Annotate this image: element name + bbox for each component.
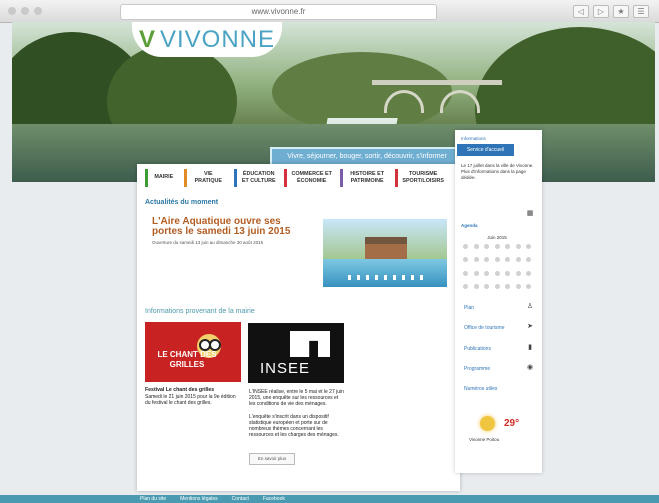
calendar-day[interactable] <box>484 257 490 263</box>
footer-link-facebook[interactable]: Facebook <box>263 496 285 502</box>
close-window-dot[interactable] <box>8 7 16 15</box>
logo-text: VIVONNE <box>159 26 276 53</box>
hero-banner: V VIVONNE Vivre, séjourner, bouger, sorti… <box>12 22 655 182</box>
nav-item-vie-pratique[interactable]: VIE PRATIQUE <box>183 169 230 187</box>
footer-link-plan[interactable]: Plan du site <box>140 496 166 502</box>
calendar-day[interactable] <box>494 244 500 249</box>
calendar-day[interactable] <box>494 257 500 263</box>
calendar-day[interactable] <box>526 244 532 249</box>
sun-icon <box>480 416 495 431</box>
calendar-day[interactable] <box>515 270 521 276</box>
main-content-card: MAIRIE VIE PRATIQUE ÉDUCATION ET CULTURE… <box>137 164 460 491</box>
calendar-day[interactable] <box>526 257 532 263</box>
calendar-day[interactable] <box>463 257 468 263</box>
photo-swimmers <box>348 275 423 280</box>
nav-item-commerce-economie[interactable]: COMMERCE ET ÉCONOMIE <box>284 169 335 187</box>
sidebar-info-text: Le 17 juillet dans la ville de Vivonne. … <box>461 163 534 180</box>
main-navigation: MAIRIE VIE PRATIQUE ÉDUCATION ET CULTURE… <box>145 169 452 187</box>
footer-link-mentions[interactable]: Mentions légales <box>180 496 218 502</box>
window-controls <box>8 7 42 15</box>
bookmark-icon[interactable]: ★ <box>613 5 629 18</box>
right-sidebar: Informations Service d'accueil Le 17 jui… <box>455 130 542 473</box>
insee-logo-mark <box>290 331 330 357</box>
festival-caption: Samedi le 21 juin 2015 pour la 9e éditio… <box>145 394 236 406</box>
calendar-grid[interactable] <box>463 234 536 294</box>
forward-icon[interactable]: ▷ <box>593 5 609 18</box>
weather-temperature: 29° <box>504 418 520 429</box>
calendar-day[interactable] <box>515 283 521 289</box>
sidebar-link-plan[interactable]: Plan <box>464 305 520 312</box>
insee-caption-details: L'enquête s'inscrit dans un dispositif s… <box>249 414 339 438</box>
mairie-info-title: Informations provenant de la mairie <box>145 308 255 315</box>
browser-toolbar: www.vivonne.fr ◁ ▷ ★ ☰ <box>0 0 659 23</box>
nav-item-histoire-patrimoine[interactable]: HISTOIRE ET PATRIMOINE <box>339 169 391 187</box>
calendar-day[interactable] <box>463 283 468 289</box>
maximize-window-dot[interactable] <box>34 7 42 15</box>
agenda-title: Agenda <box>461 223 478 228</box>
calendar-day[interactable] <box>473 244 479 249</box>
festival-poster-text: LE CHANT DES GRILLES <box>157 350 217 369</box>
site-logo[interactable]: V VIVONNE <box>132 22 282 57</box>
nav-item-mairie[interactable]: MAIRIE <box>145 169 180 187</box>
calendar-day[interactable] <box>505 283 511 289</box>
calendar-day[interactable] <box>526 270 532 276</box>
insee-logo-image[interactable]: INSEE <box>248 323 344 383</box>
festival-caption-title[interactable]: Festival Le chant des grilles <box>145 387 241 393</box>
sidebar-info-label: Informations <box>461 136 486 141</box>
calendar-day[interactable] <box>484 270 490 276</box>
footer-links: Plan du site Mentions légales Contact Fa… <box>140 496 285 502</box>
logo-v-mark: V <box>138 26 156 53</box>
calendar-day[interactable] <box>484 283 490 289</box>
back-icon[interactable]: ◁ <box>573 5 589 18</box>
calendar-day[interactable] <box>515 257 521 263</box>
calendar-icon[interactable]: ▦ <box>526 210 534 218</box>
nav-item-education-culture[interactable]: ÉDUCATION ET CULTURE <box>234 169 280 187</box>
sidebar-link-programme[interactable]: Programme <box>464 366 520 373</box>
person-icon[interactable]: ♙ <box>526 303 534 311</box>
camera-icon[interactable]: ◉ <box>526 364 534 372</box>
news-headline-subtitle: Ouverture du samedi 13 juin au dimanche … <box>152 240 264 245</box>
sidebar-link-numeros-utiles[interactable]: Numéros utiles <box>464 386 520 393</box>
calendar-day[interactable] <box>463 270 468 276</box>
calendar-day[interactable] <box>494 270 500 276</box>
calendar-day[interactable] <box>463 244 468 249</box>
calendar-day[interactable] <box>494 283 500 289</box>
read-more-button[interactable]: En savoir plus <box>249 453 295 465</box>
browser-tools: ◁ ▷ ★ ☰ <box>573 5 649 18</box>
aquatic-center-photo[interactable] <box>323 219 447 287</box>
news-section-title: Actualités du moment <box>145 199 219 206</box>
calendar-day[interactable] <box>484 244 490 249</box>
banner-bridge <box>372 80 502 113</box>
nav-item-tourisme-sport-loisirs[interactable]: TOURISME SPORT/LOISIRS <box>395 169 448 187</box>
sidebar-tab-accueil[interactable]: Service d'accueil <box>457 144 514 156</box>
menu-icon[interactable]: ☰ <box>633 5 649 18</box>
calendar-day[interactable] <box>473 283 479 289</box>
calendar-day[interactable] <box>526 283 532 289</box>
address-bar[interactable]: www.vivonne.fr <box>120 4 437 20</box>
book-icon[interactable]: ▮ <box>526 344 534 352</box>
compass-icon[interactable]: ➤ <box>526 323 534 331</box>
footer-link-contact[interactable]: Contact <box>232 496 249 502</box>
insee-caption: L'INSEE réalise, entre le 5 mai et le 27… <box>249 389 344 407</box>
site-footer <box>0 495 659 503</box>
calendar-day[interactable] <box>473 270 479 276</box>
calendar-day[interactable] <box>505 257 511 263</box>
insee-logo-text: INSEE <box>260 360 311 377</box>
sidebar-link-publications[interactable]: Publications <box>464 346 520 353</box>
news-headline-link[interactable]: L'Aire Aquatique ouvre ses portes le sam… <box>152 217 307 237</box>
weather-location: Vivonne Poitou <box>469 437 500 442</box>
calendar-day[interactable] <box>505 244 511 249</box>
festival-poster-image[interactable]: LE CHANT DES GRILLES <box>145 322 241 382</box>
sidebar-link-office-tourisme[interactable]: Office de tourisme <box>464 325 520 332</box>
calendar-day[interactable] <box>505 270 511 276</box>
minimize-window-dot[interactable] <box>21 7 29 15</box>
photo-pool <box>323 259 447 287</box>
calendar-day[interactable] <box>515 244 521 249</box>
calendar-day[interactable] <box>473 257 479 263</box>
